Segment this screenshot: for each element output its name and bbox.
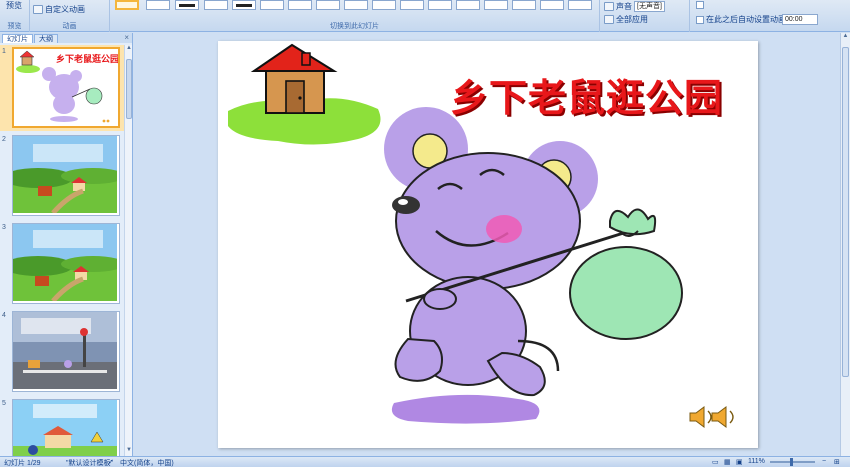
close-panel-icon[interactable]: × bbox=[124, 33, 129, 42]
transition-1[interactable] bbox=[146, 0, 170, 10]
slide-title[interactable]: 乡下老鼠逛公园 bbox=[450, 67, 723, 122]
thumb-title: 乡下老鼠逛公园 bbox=[56, 53, 118, 64]
scroll-up-icon[interactable]: ▲ bbox=[125, 45, 133, 54]
ribbon-group-preview: 预览 预览 bbox=[0, 0, 30, 32]
slides-scroll-thumb[interactable] bbox=[126, 59, 132, 119]
transition-10[interactable] bbox=[400, 0, 424, 10]
slide-number: 3 bbox=[2, 224, 6, 231]
slide-thumbnail-image bbox=[12, 311, 120, 392]
slide-thumbnail-image bbox=[12, 135, 120, 216]
slide-thumbnail-3[interactable]: 3 bbox=[0, 221, 124, 307]
tab-outline[interactable]: 大纲 bbox=[34, 34, 58, 43]
slides-panel: 幻灯片 大纲 × 1 乡下老鼠逛公园 2 3 4 5 ▲ ▼ bbox=[0, 33, 133, 456]
apply-all-icon bbox=[604, 15, 614, 24]
speaker-icon[interactable] bbox=[711, 406, 734, 428]
preview-button[interactable]: 预览 bbox=[6, 0, 22, 11]
sound-icon bbox=[604, 2, 614, 11]
group-label-transition: 切换到此幻灯片 bbox=[330, 23, 379, 30]
transition-12[interactable] bbox=[456, 0, 480, 10]
apply-all-button[interactable]: 全部应用 bbox=[604, 14, 648, 25]
main-scrollbar[interactable]: ▲ bbox=[840, 33, 850, 456]
panel-tabs: 幻灯片 大纲 bbox=[0, 33, 132, 43]
slide-number: 4 bbox=[2, 312, 6, 319]
group-label-preview: 预览 bbox=[7, 23, 22, 30]
group-label-animation: 动画 bbox=[62, 23, 77, 30]
slide-thumbnail-image: 乡下老鼠逛公园 bbox=[12, 47, 120, 128]
fit-window-icon[interactable]: ⊞ bbox=[834, 458, 840, 466]
slide-thumbnail-1[interactable]: 1 乡下老鼠逛公园 bbox=[0, 45, 124, 131]
main-scroll-thumb[interactable] bbox=[842, 47, 849, 377]
ribbon-group-transition: 切换到此幻灯片 bbox=[110, 0, 600, 32]
zoom-out-icon[interactable]: − bbox=[822, 458, 826, 465]
transition-16[interactable] bbox=[568, 0, 592, 10]
transition-3[interactable] bbox=[204, 0, 228, 10]
village-scene-thumbnail bbox=[13, 224, 119, 303]
street-scene-thumbnail bbox=[13, 312, 117, 389]
transition-none[interactable] bbox=[115, 0, 139, 10]
slide-thumbnail-image bbox=[12, 399, 120, 456]
custom-animation-icon bbox=[33, 5, 43, 14]
on-click-checkbox[interactable] bbox=[696, 1, 704, 9]
auto-after-time-input[interactable]: 00:00 bbox=[782, 14, 818, 25]
transition-6[interactable] bbox=[288, 0, 312, 10]
sound-control[interactable]: 声音 [无声音] bbox=[604, 1, 665, 12]
slide-editing-area: 乡下老鼠逛公园 bbox=[134, 33, 840, 456]
scroll-down-icon[interactable]: ▼ bbox=[125, 447, 133, 456]
auto-after-checkbox[interactable] bbox=[696, 15, 704, 24]
transition-2[interactable] bbox=[175, 0, 199, 10]
main-scroll-up-icon[interactable]: ▲ bbox=[841, 33, 850, 42]
transition-13[interactable] bbox=[484, 0, 508, 10]
normal-view-icon[interactable]: ▭ bbox=[712, 458, 719, 466]
slides-scrollbar[interactable]: ▲ ▼ bbox=[124, 45, 132, 456]
transition-7[interactable] bbox=[316, 0, 340, 10]
mouse-thumbnail-illustration: 乡下老鼠逛公园 bbox=[14, 49, 118, 126]
zoom-slider-handle[interactable] bbox=[790, 458, 793, 466]
ribbon: 预览 预览 自定义动画 动画 切换到此幻灯片 声音 [无声音] 全部应用 在此之… bbox=[0, 0, 850, 32]
slide-thumbnail-2[interactable]: 2 bbox=[0, 133, 124, 219]
slide-thumbnail-image bbox=[12, 223, 120, 304]
language-indicator[interactable]: 中文(简体，中国) bbox=[120, 458, 174, 467]
transition-14[interactable] bbox=[512, 0, 536, 10]
custom-animation-button[interactable]: 自定义动画 bbox=[33, 4, 85, 15]
ribbon-group-transition-options: 声音 [无声音] 全部应用 bbox=[600, 0, 690, 32]
ribbon-group-animation: 自定义动画 动画 bbox=[30, 0, 110, 32]
theme-name[interactable]: "默认设计模板" bbox=[66, 458, 113, 467]
speaker-icon[interactable] bbox=[689, 406, 712, 428]
status-bar: 幻灯片 1/29 "默认设计模板" ✓ 中文(简体，中国) ▭ ▦ ▣ 111%… bbox=[0, 456, 850, 467]
slide-number: 5 bbox=[2, 400, 6, 407]
slide-position: 幻灯片 1/29 bbox=[4, 460, 41, 467]
village-scene-thumbnail bbox=[13, 136, 119, 215]
on-click-option[interactable] bbox=[696, 1, 704, 9]
transition-15[interactable] bbox=[540, 0, 564, 10]
slide-number: 1 bbox=[2, 48, 6, 55]
transition-9[interactable] bbox=[372, 0, 396, 10]
spellcheck-icon[interactable]: ✓ bbox=[108, 458, 114, 466]
park-scene-thumbnail bbox=[13, 400, 117, 456]
slide-number: 2 bbox=[2, 136, 6, 143]
transition-8[interactable] bbox=[344, 0, 368, 10]
sorter-view-icon[interactable]: ▦ bbox=[724, 458, 731, 466]
slide-thumbnail-4[interactable]: 4 bbox=[0, 309, 124, 395]
slide-thumbnail-list: 1 乡下老鼠逛公园 2 3 4 5 bbox=[0, 45, 124, 456]
zoom-level[interactable]: 111% bbox=[748, 458, 765, 465]
sound-dropdown[interactable]: [无声音] bbox=[634, 1, 665, 12]
transition-4[interactable] bbox=[232, 0, 256, 10]
tab-slides[interactable]: 幻灯片 bbox=[2, 34, 33, 43]
ribbon-group-advance: 在此之后自动设置动画效果: 00:00 bbox=[690, 0, 850, 32]
slideshow-view-icon[interactable]: ▣ bbox=[736, 458, 743, 466]
transition-5[interactable] bbox=[260, 0, 284, 10]
slide-thumbnail-5[interactable]: 5 bbox=[0, 397, 124, 456]
transition-11[interactable] bbox=[428, 0, 452, 10]
current-slide[interactable]: 乡下老鼠逛公园 bbox=[218, 41, 758, 448]
